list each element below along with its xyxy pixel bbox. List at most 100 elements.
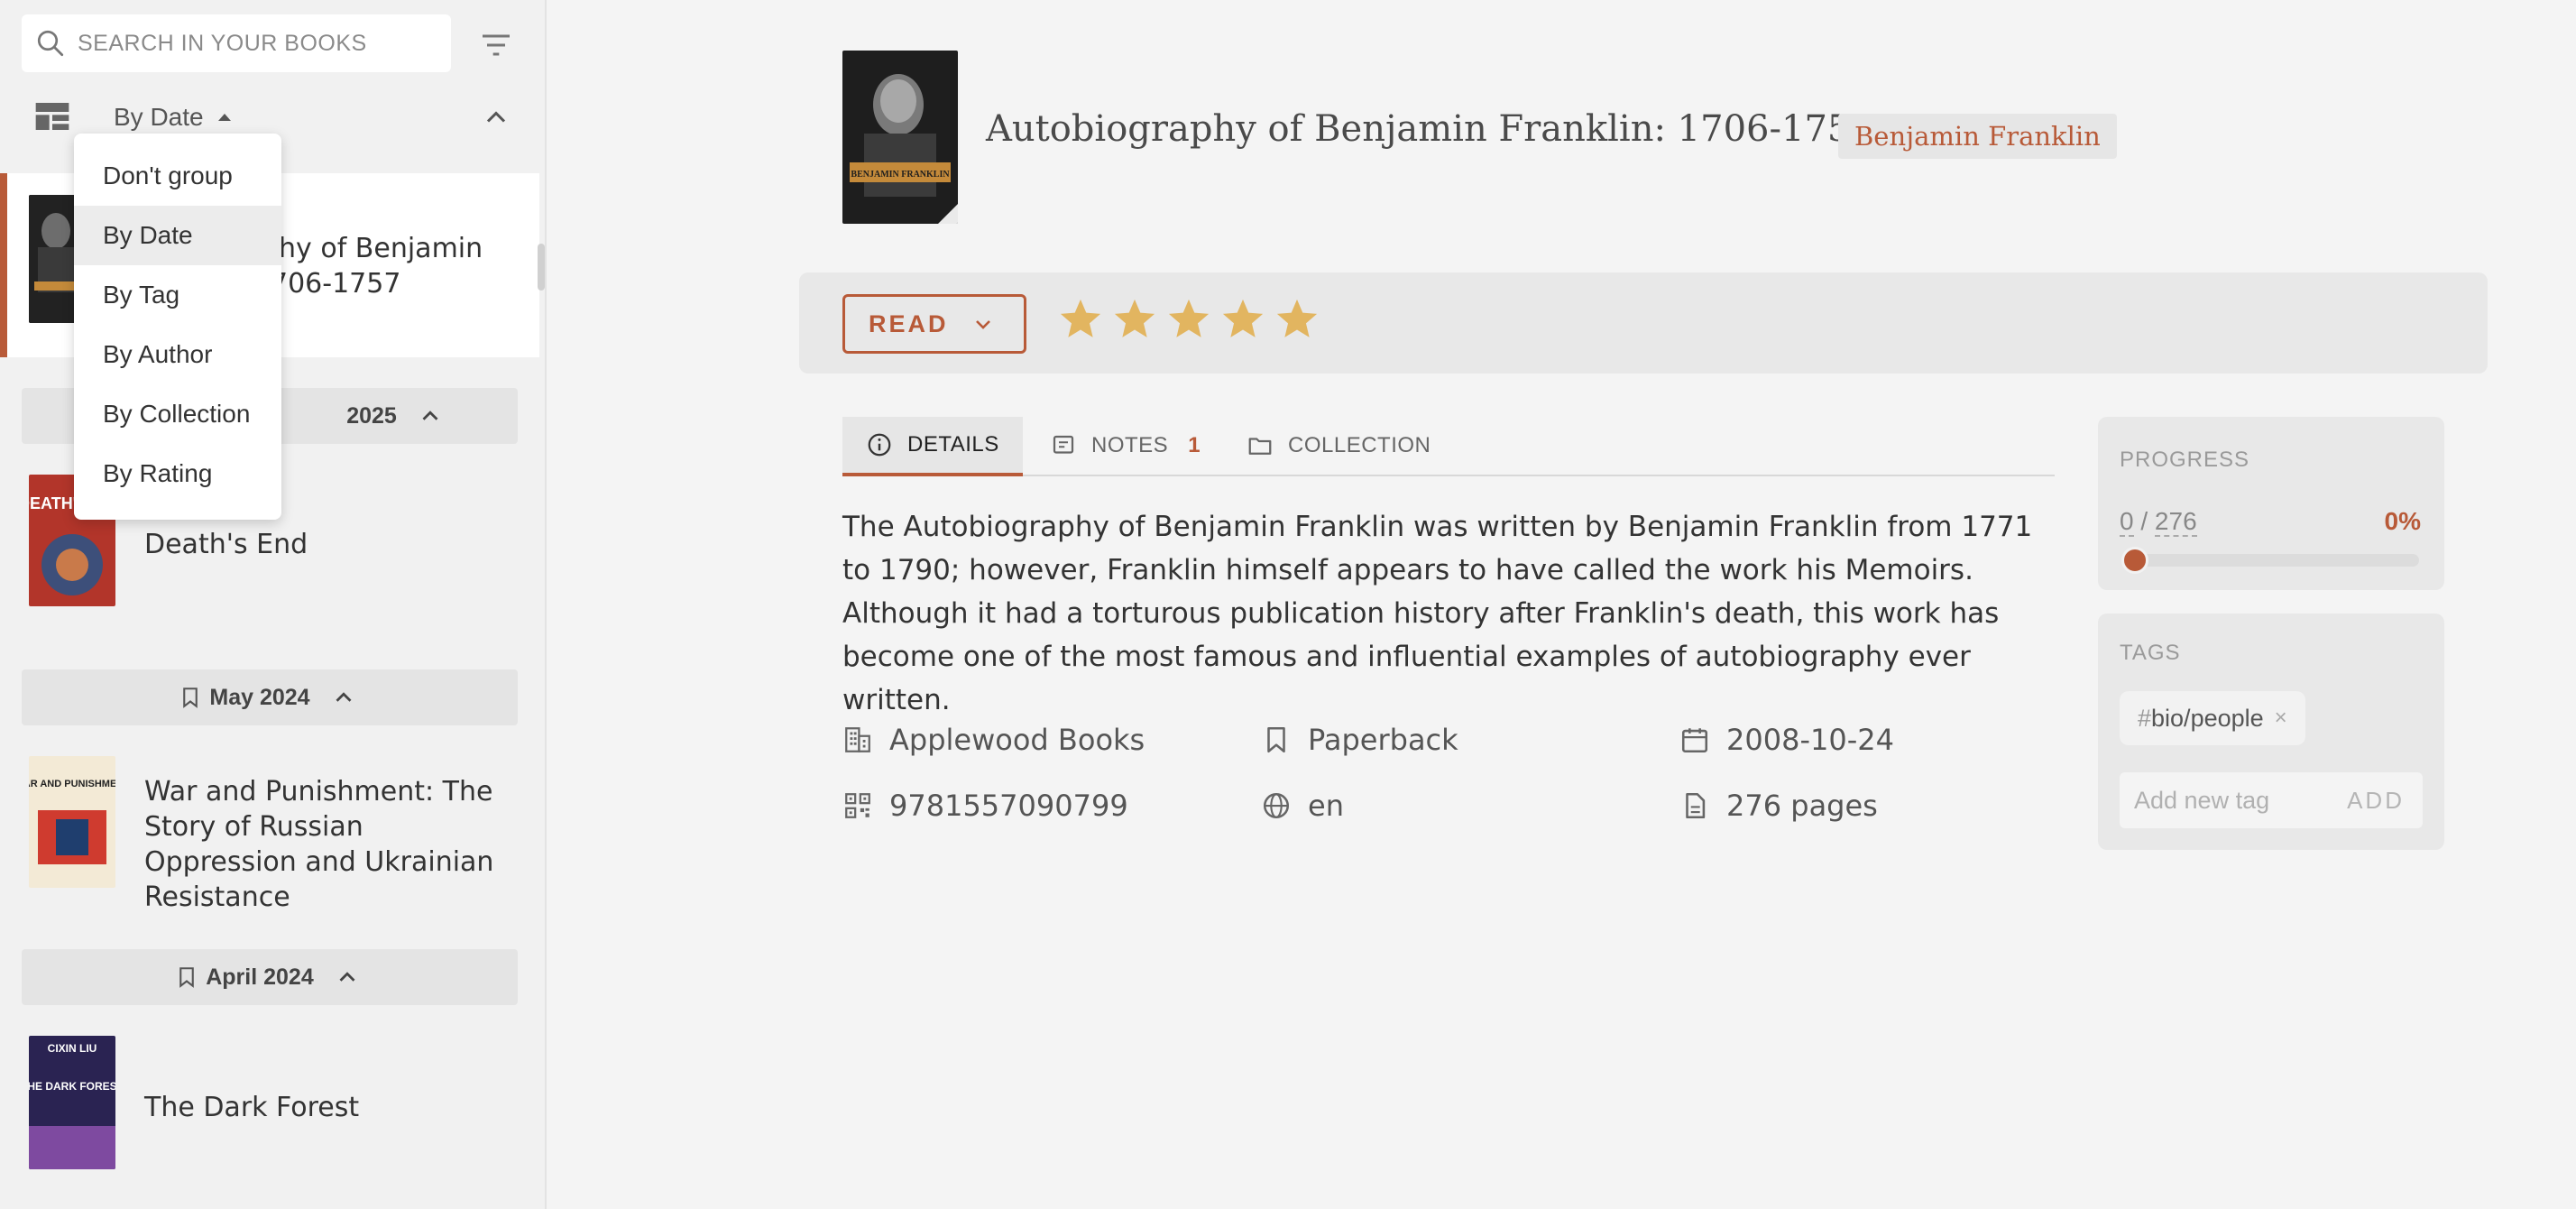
star-icon[interactable] bbox=[1165, 296, 1212, 343]
tab-collection[interactable]: COLLECTION bbox=[1247, 417, 1431, 475]
meta-pages: 276 pages bbox=[1679, 789, 1878, 823]
sort-dropdown-button[interactable]: By Date bbox=[114, 96, 233, 139]
qr-code-icon bbox=[845, 793, 870, 818]
progress-slider[interactable] bbox=[2121, 547, 2419, 574]
progress-total[interactable]: 276 bbox=[2154, 507, 2197, 537]
book-list-title[interactable]: Death's End bbox=[144, 527, 308, 562]
tab-details[interactable]: DETAILS bbox=[842, 417, 1023, 476]
add-tag-button[interactable]: ADD bbox=[2347, 787, 2405, 815]
book-cover: BENJAMIN FRANKLIN bbox=[842, 51, 958, 224]
group-label: 2025 bbox=[346, 402, 397, 429]
book-list-title-line2: 706-1757 bbox=[271, 268, 401, 300]
meta-date: 2008-10-24 bbox=[1679, 723, 1894, 757]
pages-value: 276 pages bbox=[1726, 789, 1878, 823]
date-value: 2008-10-24 bbox=[1726, 723, 1894, 757]
meta-publisher: Applewood Books bbox=[842, 723, 1145, 757]
group-header-april-2024[interactable]: April 2024 bbox=[22, 949, 518, 1005]
progress-card: PROGRESS 0 / 276 0% bbox=[2098, 417, 2444, 590]
document-icon bbox=[1686, 792, 1706, 819]
progress-slider-handle[interactable] bbox=[2121, 547, 2148, 574]
star-icon[interactable] bbox=[1274, 296, 1320, 343]
hash-icon: # bbox=[2138, 704, 2152, 732]
rating-stars bbox=[1057, 296, 1320, 343]
group-option-none[interactable]: Don't group bbox=[74, 146, 281, 206]
building-icon bbox=[845, 727, 870, 752]
author-link[interactable]: Benjamin Franklin bbox=[1838, 114, 2117, 159]
bookmark-icon bbox=[179, 967, 195, 988]
chevron-down-icon bbox=[975, 320, 990, 329]
sort-label: By Date bbox=[114, 103, 204, 131]
group-header-may-2024[interactable]: May 2024 bbox=[22, 669, 518, 725]
globe-icon bbox=[1263, 792, 1290, 819]
filter-icon[interactable] bbox=[478, 27, 514, 63]
chevron-up-icon bbox=[336, 692, 352, 702]
isbn-value: 9781557090799 bbox=[889, 789, 1128, 823]
progress-label: PROGRESS bbox=[2120, 448, 2250, 472]
bookmark-icon bbox=[1267, 726, 1285, 753]
remove-tag-icon[interactable]: × bbox=[2275, 706, 2287, 731]
info-icon bbox=[868, 433, 891, 457]
group-option-rating[interactable]: By Rating bbox=[74, 444, 281, 503]
book-list-title[interactable]: The Dark Forest bbox=[144, 1090, 359, 1125]
tags-card: TAGS #bio/people × ADD bbox=[2098, 614, 2444, 850]
group-option-date[interactable]: By Date bbox=[74, 206, 281, 265]
tab-notes[interactable]: NOTES 1 bbox=[1050, 417, 1201, 475]
star-icon[interactable] bbox=[1111, 296, 1158, 343]
cover-text: THE DARK FOREST bbox=[29, 1080, 115, 1093]
tags-label: TAGS bbox=[2120, 641, 2181, 665]
book-description: The Autobiography of Benjamin Franklin w… bbox=[842, 511, 2033, 716]
group-option-author[interactable]: By Author bbox=[74, 325, 281, 384]
progress-value[interactable]: 0 / 276 bbox=[2120, 507, 2197, 537]
notes-icon bbox=[1053, 435, 1074, 454]
search-icon bbox=[37, 30, 64, 57]
meta-format: Paperback bbox=[1261, 723, 1458, 757]
publisher-value: Applewood Books bbox=[889, 723, 1145, 757]
cover-author: CIXIN LIU bbox=[48, 1042, 97, 1055]
chevron-up-icon bbox=[422, 411, 438, 420]
book-title: Autobiography of Benjamin Franklin: 1706… bbox=[986, 108, 1873, 150]
search-box[interactable] bbox=[22, 14, 451, 72]
group-option-collection[interactable]: By Collection bbox=[74, 384, 281, 444]
search-input[interactable] bbox=[78, 14, 438, 72]
chevron-up-icon[interactable] bbox=[480, 101, 512, 134]
tab-collection-label: COLLECTION bbox=[1288, 433, 1431, 457]
language-value: en bbox=[1308, 789, 1344, 823]
cover-text: WAR AND PUNISHMENT bbox=[29, 779, 115, 789]
new-tag-input[interactable] bbox=[2134, 772, 2332, 828]
book-list-title[interactable]: War and Punishment: The Story of Russian… bbox=[144, 774, 523, 915]
group-label: May 2024 bbox=[209, 684, 310, 710]
tag-chip[interactable]: #bio/people × bbox=[2120, 691, 2305, 745]
tag-label: bio/people bbox=[2151, 704, 2264, 732]
meta-isbn: 9781557090799 bbox=[842, 789, 1128, 823]
group-label: April 2024 bbox=[206, 964, 314, 990]
selection-indicator bbox=[0, 173, 7, 357]
notes-count-badge: 1 bbox=[1188, 433, 1201, 457]
book-cover-war-and-punishment[interactable]: WAR AND PUNISHMENT bbox=[29, 756, 115, 888]
tab-bar: DETAILS NOTES 1 COLLECTION bbox=[842, 417, 2055, 476]
book-list-title-line1: phy of Benjamin bbox=[262, 233, 483, 264]
read-status-dropdown[interactable]: READ bbox=[842, 294, 1026, 354]
chevron-up-icon bbox=[339, 972, 355, 982]
meta-language: en bbox=[1261, 789, 1344, 823]
tab-details-label: DETAILS bbox=[907, 432, 999, 457]
status-bar: READ bbox=[799, 272, 2488, 374]
bookmark-icon bbox=[183, 688, 198, 708]
star-icon[interactable] bbox=[1057, 296, 1104, 343]
tab-notes-label: NOTES bbox=[1091, 433, 1169, 457]
star-icon[interactable] bbox=[1219, 296, 1266, 343]
book-cover-dark-forest[interactable]: CIXIN LIU THE DARK FOREST bbox=[29, 1036, 115, 1169]
group-option-tag[interactable]: By Tag bbox=[74, 265, 281, 325]
format-value: Paperback bbox=[1308, 723, 1458, 757]
book-list-title: phy of Benjamin 706-1757 bbox=[262, 231, 483, 301]
folder-icon bbox=[1248, 438, 1272, 455]
tag-input-row: ADD bbox=[2120, 772, 2423, 828]
caret-up-icon bbox=[217, 114, 231, 121]
calendar-icon bbox=[1681, 728, 1708, 753]
scrollbar-thumb[interactable] bbox=[538, 244, 545, 291]
sidebar: By Date phy of Benjamin 706-1757 2025 DE… bbox=[0, 0, 547, 1209]
layout-toggle-icon[interactable] bbox=[34, 101, 70, 132]
progress-percent: 0% bbox=[2384, 507, 2421, 535]
progress-current[interactable]: 0 bbox=[2120, 507, 2134, 537]
group-by-dropdown: Don't group By Date By Tag By Author By … bbox=[74, 134, 281, 520]
read-status-label: READ bbox=[869, 309, 949, 337]
